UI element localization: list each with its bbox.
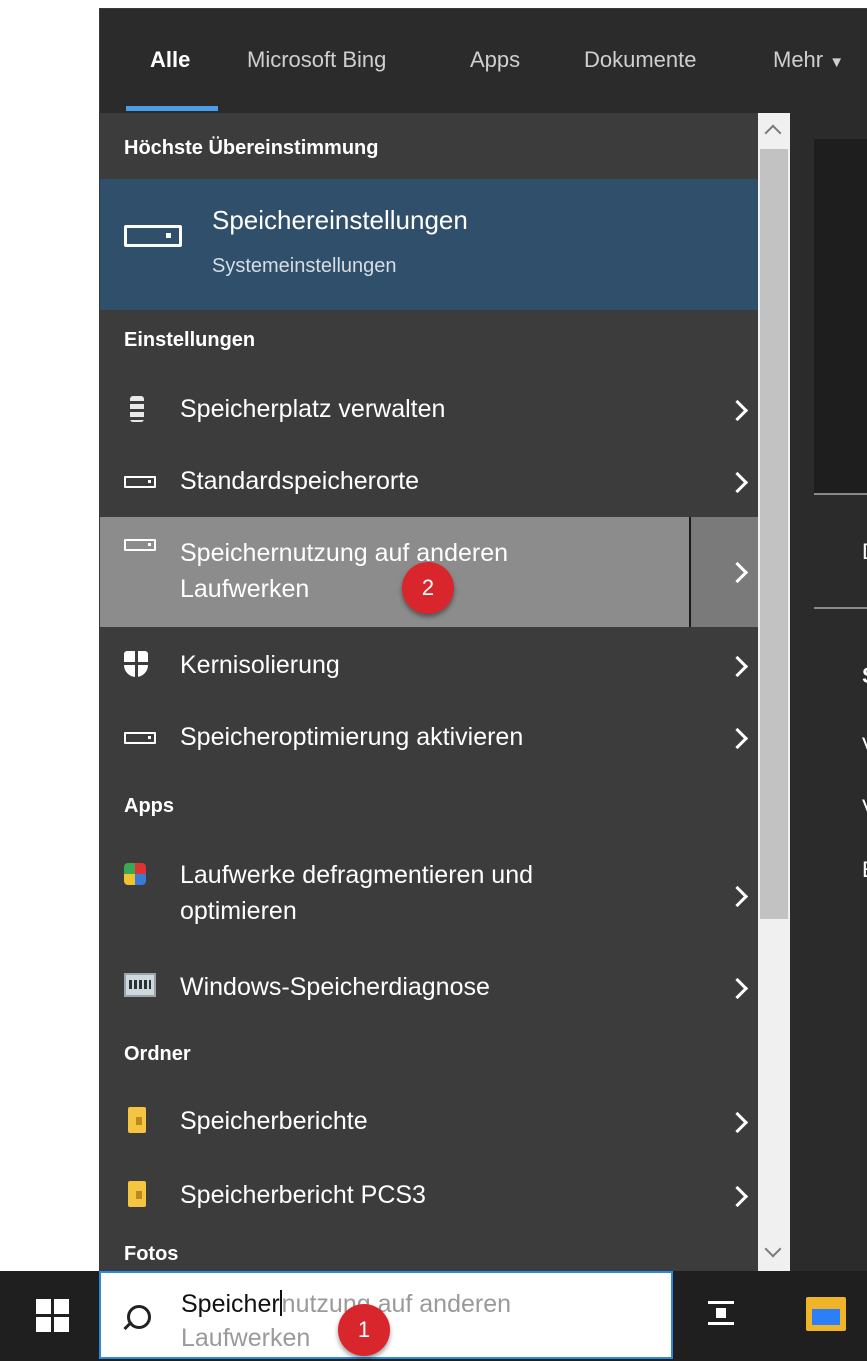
search-typed-text: Speicher — [181, 1290, 280, 1318]
chevron-right-icon[interactable] — [726, 885, 749, 908]
section-header-settings: Einstellungen — [124, 329, 256, 351]
preview-image — [814, 139, 867, 493]
preview-text: V — [862, 795, 867, 821]
section-header-apps: Apps — [124, 795, 174, 817]
drive-icon — [124, 539, 156, 551]
app-item-label: Windows-Speicherdiagnose — [180, 973, 490, 1001]
caret-down-icon: ▼ — [829, 54, 845, 71]
drive-icon — [124, 732, 156, 744]
chevron-right-icon[interactable] — [726, 1185, 749, 1208]
chevron-right-icon[interactable] — [726, 1111, 749, 1134]
filter-tabs: Alle Microsoft Bing Apps Dokumente Mehr … — [100, 9, 867, 113]
chevron-right-icon[interactable] — [726, 727, 749, 750]
section-header-photos: Fotos — [124, 1243, 179, 1265]
windows-start-icon[interactable] — [36, 1299, 70, 1333]
settings-item-label: Speicherplatz verwalten — [180, 395, 446, 423]
preview-text: D — [862, 539, 867, 565]
task-view-icon[interactable] — [708, 1301, 734, 1325]
defrag-icon — [124, 863, 146, 885]
settings-item-speicheroptimierung[interactable]: Speicheroptimierung aktivieren — [100, 701, 758, 773]
scroll-up-icon[interactable] — [764, 124, 782, 142]
section-header-best-match: Höchste Übereinstimmung — [124, 137, 379, 159]
search-input[interactable]: Speichernutzung auf anderen Laufwerken — [99, 1271, 673, 1359]
best-match-item[interactable]: Speichereinstellungen Systemeinstellunge… — [100, 179, 758, 310]
divider — [814, 607, 867, 609]
folder-item-label: Speicherberichte — [180, 1107, 368, 1135]
preview-text: E — [862, 857, 867, 883]
settings-item-standardspeicherorte[interactable]: Standardspeicherorte — [100, 445, 758, 517]
shield-icon — [124, 651, 148, 677]
folder-item-speicherberichte[interactable]: Speicherberichte — [100, 1083, 758, 1157]
tab-microsoft-bing[interactable]: Microsoft Bing — [247, 47, 386, 73]
storage-icon — [130, 396, 144, 422]
memory-diagnostic-icon — [124, 973, 156, 997]
settings-item-label: Speicheroptimierung aktivieren — [180, 723, 524, 751]
chevron-right-icon[interactable] — [726, 655, 749, 678]
app-item-defrag[interactable]: Laufwerke defragmentieren und optimieren — [100, 839, 758, 949]
results-list: Höchste Übereinstimmung Speichereinstell… — [100, 113, 758, 1272]
folder-icon — [128, 1181, 146, 1207]
app-item-label: Laufwerke defragmentieren und optimieren — [180, 861, 534, 925]
taskbar: Speichernutzung auf anderen Laufwerken — [0, 1271, 867, 1361]
settings-item-speicherplatz[interactable]: Speicherplatz verwalten — [100, 373, 758, 445]
search-icon — [127, 1305, 151, 1329]
drive-icon — [124, 476, 156, 488]
folder-item-label: Speicherbericht PCS3 — [180, 1181, 426, 1209]
chevron-right-icon[interactable] — [726, 399, 749, 422]
tab-more-label: Mehr — [773, 47, 824, 72]
chevron-right-icon[interactable] — [726, 471, 749, 494]
tab-documents[interactable]: Dokumente — [584, 47, 697, 73]
search-results-panel: Alle Microsoft Bing Apps Dokumente Mehr … — [99, 8, 867, 1272]
folder-item-speicherbericht-pcs3[interactable]: Speicherbericht PCS3 — [100, 1157, 758, 1231]
settings-item-label: Speichernutzung auf anderen Laufwerken — [180, 539, 509, 603]
step-badge-1: 1 — [338, 1304, 390, 1356]
scrollbar[interactable] — [758, 113, 790, 1272]
best-match-subtitle: Systemeinstellungen — [212, 255, 397, 277]
divider — [814, 493, 867, 495]
best-match-title: Speichereinstellungen — [212, 205, 468, 235]
settings-item-label: Standardspeicherorte — [180, 467, 420, 495]
tab-apps[interactable]: Apps — [470, 47, 520, 73]
drive-icon — [124, 225, 182, 247]
tab-more[interactable]: Mehr ▼ — [773, 47, 844, 73]
preview-text: V — [862, 733, 867, 759]
search-query[interactable]: Speichernutzung auf anderen Laufwerken — [181, 1287, 641, 1355]
section-header-folders: Ordner — [124, 1043, 191, 1065]
settings-item-label: Kernisolierung — [180, 651, 340, 679]
tab-all[interactable]: Alle — [150, 47, 190, 73]
folder-icon — [128, 1107, 146, 1133]
chevron-right-icon[interactable] — [726, 977, 749, 1000]
app-item-memory-diagnostic[interactable]: Windows-Speicherdiagnose — [100, 949, 758, 1023]
scrollbar-thumb[interactable] — [760, 149, 788, 919]
settings-item-kernisolierung[interactable]: Kernisolierung — [100, 627, 758, 701]
scroll-down-icon[interactable] — [764, 1240, 782, 1258]
active-tab-indicator — [126, 106, 218, 111]
step-badge-2: 2 — [402, 562, 454, 614]
preview-text: S — [862, 663, 867, 689]
file-explorer-icon[interactable] — [806, 1297, 846, 1331]
preview-pane: D S V V E — [790, 113, 867, 1272]
